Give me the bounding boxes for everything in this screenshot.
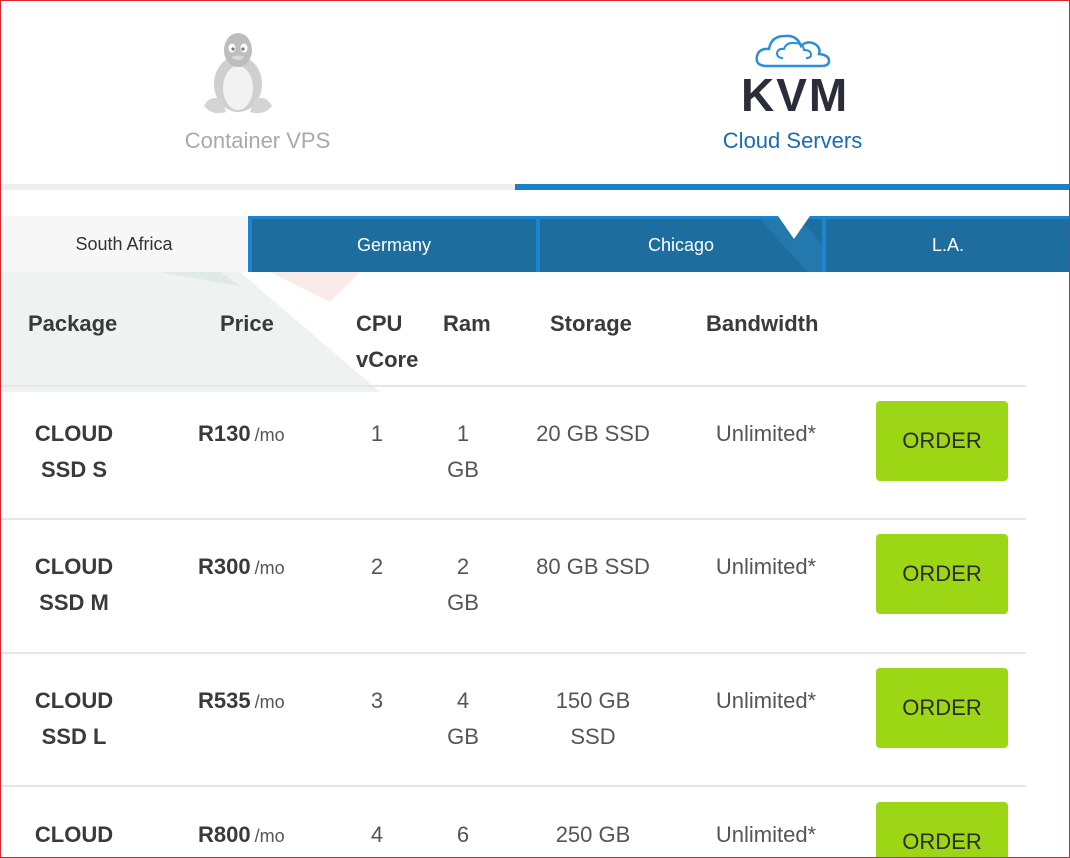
row1-package-line2: SSD S — [40, 457, 108, 482]
row2-cpu: 2 — [370, 554, 384, 579]
header-ram: Ram — [443, 311, 491, 336]
row1-ram-line1: 1 — [456, 421, 470, 446]
kvm-logo: KVM — [741, 69, 850, 121]
row2-storage-line1: 80 GB SSD — [536, 554, 650, 579]
order-button-cloud-ssd-s[interactable]: ORDER — [876, 401, 1008, 481]
tab-cloud-servers[interactable]: KVM Cloud Servers — [515, 0, 1070, 190]
divider — [0, 518, 1026, 520]
row2-package-line1: CLOUD — [34, 554, 114, 579]
header-storage: Storage — [550, 311, 632, 336]
divider — [0, 652, 1026, 654]
tab-south-africa[interactable]: South Africa — [0, 216, 248, 272]
row2-ram-line1: 2 — [456, 554, 470, 579]
row3-storage: 150 GB SSD — [520, 683, 666, 755]
linux-penguin-icon — [204, 33, 272, 114]
row2-price-per: /mo — [254, 558, 285, 578]
row2-price: R300/mo — [198, 549, 285, 586]
row4-price: R800/mo — [198, 817, 285, 854]
tab-underline-active — [515, 184, 1070, 190]
row1-storage-line1: 20 GB SSD — [536, 421, 650, 446]
row1-price-value: R130 — [198, 421, 251, 446]
tab-container-vps-label: Container VPS — [184, 128, 331, 153]
row2-storage: 80 GB SSD — [520, 549, 666, 585]
header-cpu-vcore: vCore — [356, 347, 419, 372]
cloud-icon — [755, 34, 831, 68]
row4-cpu: 4 — [370, 822, 384, 847]
header-package: Package — [28, 311, 118, 336]
header-cpu: CPU — [356, 311, 403, 336]
row3-storage-line2: SSD — [570, 724, 616, 749]
row4-storage: 250 GB — [555, 822, 631, 847]
tab-underline — [0, 184, 515, 190]
row3-ram-line2: GB — [447, 724, 479, 749]
row3-package-line2: SSD L — [41, 724, 107, 749]
row1-ram-line2: GB — [447, 457, 479, 482]
row3-cpu: 3 — [370, 688, 384, 713]
order-button-cloud-ssd-m[interactable]: ORDER — [876, 534, 1008, 614]
row2-price-value: R300 — [198, 554, 251, 579]
row1-package: CLOUD SSD S — [0, 416, 148, 488]
row1-price: R130/mo — [198, 416, 285, 453]
divider — [0, 385, 1026, 387]
tab-la[interactable]: L.A. — [822, 216, 1070, 272]
row4-package: CLOUD — [0, 817, 148, 853]
row2-package-line2: SSD M — [39, 590, 109, 615]
panel-background-decoration — [0, 272, 380, 392]
tab-chicago-label: Chicago — [647, 235, 715, 255]
pricing-panel: Package Price CPU vCore Ram Storage Band… — [0, 272, 1070, 858]
row4-package-line1: CLOUD — [34, 822, 114, 847]
row3-price: R535/mo — [198, 683, 285, 720]
row2-ram: 2 GB — [433, 549, 493, 621]
row1-price-per: /mo — [254, 425, 285, 445]
order-button-cloud-ssd-l[interactable]: ORDER — [876, 668, 1008, 748]
order-button-cloud-4[interactable]: ORDER — [876, 802, 1008, 858]
row3-storage-line1: 150 GB — [555, 688, 631, 713]
row3-bandwidth: Unlimited* — [715, 688, 817, 713]
tab-cloud-servers-label: Cloud Servers — [722, 128, 863, 153]
tab-container-vps[interactable]: Container VPS — [0, 0, 515, 190]
row2-bandwidth: Unlimited* — [715, 554, 817, 579]
row1-package-line1: CLOUD — [34, 421, 114, 446]
row3-ram: 4 GB — [433, 683, 493, 755]
tab-germany[interactable]: Germany — [248, 216, 536, 272]
row4-price-per: /mo — [254, 826, 285, 846]
row4-bandwidth: Unlimited* — [715, 822, 817, 847]
active-tab-notch — [776, 213, 812, 239]
row2-ram-line2: GB — [447, 590, 479, 615]
row3-price-value: R535 — [198, 688, 251, 713]
row1-storage: 20 GB SSD — [520, 416, 666, 452]
row1-ram: 1 GB — [433, 416, 493, 488]
row3-package: CLOUD SSD L — [0, 683, 148, 755]
header-bandwidth: Bandwidth — [706, 311, 819, 336]
row2-package: CLOUD SSD M — [0, 549, 148, 621]
row4-ram: 6 — [456, 822, 470, 847]
divider — [0, 785, 1026, 787]
row3-price-per: /mo — [254, 692, 285, 712]
row3-package-line1: CLOUD — [34, 688, 114, 713]
row1-cpu: 1 — [370, 421, 384, 446]
header-price: Price — [220, 311, 274, 336]
row1-bandwidth: Unlimited* — [715, 421, 817, 446]
product-tabs: Container VPS KVM Cloud Servers — [0, 0, 1070, 190]
row3-ram-line1: 4 — [456, 688, 470, 713]
row4-price-value: R800 — [198, 822, 251, 847]
location-tabs: South Africa Germany Chicago L.A. — [0, 216, 1070, 272]
